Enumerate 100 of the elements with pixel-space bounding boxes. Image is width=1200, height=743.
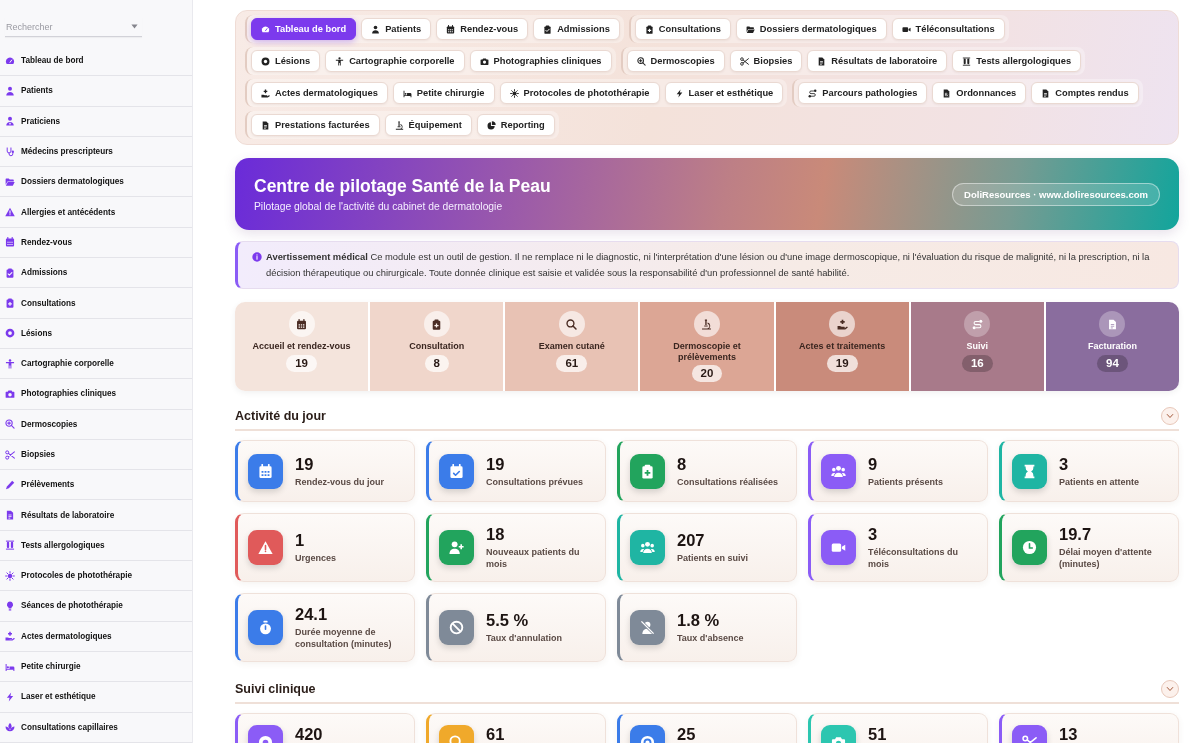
scissors-icon [5, 449, 15, 460]
kpi-value: 9 [868, 454, 879, 474]
gauge-icon [5, 55, 15, 66]
hand-cross-icon [829, 311, 856, 337]
sidebar-item[interactable]: Médecins prescripteurs [0, 136, 192, 168]
sidebar-item[interactable]: Allergies et antécédents [0, 197, 192, 228]
tab[interactable]: Tableau de bord [251, 18, 357, 40]
sidebar-item[interactable]: Tableau de bord [0, 46, 192, 77]
sidebar-item[interactable]: Praticiens [0, 106, 192, 137]
info-icon [252, 252, 262, 262]
microscope-icon [394, 120, 404, 130]
search-field[interactable]: Rechercher [5, 17, 142, 37]
gauge-icon [261, 24, 270, 34]
sidebar-item[interactable]: Protocoles de photothérapie [0, 561, 192, 592]
tab[interactable]: Comptes rendus [1031, 82, 1139, 104]
sidebar-item[interactable]: Laser et esthétique [0, 682, 192, 713]
stage-count: 20 [691, 365, 723, 382]
kpi-value: 8 [677, 454, 688, 474]
kpi-value: 25 [677, 725, 696, 743]
tab[interactable]: Équipement [384, 114, 472, 136]
test-tubes-icon [5, 540, 15, 551]
tab[interactable]: Reporting [476, 114, 555, 136]
tab[interactable]: Photographies cliniques [469, 50, 612, 72]
tab[interactable]: Patients [361, 18, 432, 40]
kpi-value: 18 [486, 525, 506, 544]
kpi-label: Durée moyenne de consultation (minutes) [295, 626, 393, 650]
stage-label: Facturation [1087, 341, 1137, 352]
tab[interactable]: Consultations [634, 18, 731, 40]
caret-down-icon [131, 23, 138, 30]
kpi-value: 19.7 [1059, 525, 1093, 544]
tab[interactable]: Dossiers dermatologiques [735, 18, 887, 40]
tab[interactable]: Parcours pathologies [798, 82, 928, 104]
clipboard-check-icon [5, 267, 15, 278]
kpi-label: Consultations réalisées [677, 475, 779, 488]
clipboard-check-icon [543, 24, 553, 34]
video-camera-icon [901, 24, 911, 34]
sidebar-item[interactable]: Cartographie corporelle [0, 348, 192, 380]
sidebar-item[interactable]: Petite chirurgie [0, 651, 192, 683]
sidebar-item[interactable]: Consultations [0, 288, 192, 319]
sidebar-item[interactable]: Dossiers dermatologiques [0, 167, 192, 198]
kpi-value: 24.1 [295, 605, 329, 624]
scissors-icon [739, 56, 749, 66]
section-title: Suivi clinique [235, 682, 316, 696]
kpi-value: 207 [677, 531, 706, 550]
tab[interactable]: Biopsies [729, 50, 803, 72]
sidebar-item[interactable]: Biopsies [0, 439, 192, 471]
tab[interactable]: Actes dermatologiques [251, 82, 388, 104]
lightbulb-icon [5, 601, 15, 611]
tab[interactable]: Prestations facturées [251, 114, 380, 136]
tab[interactable]: Admissions [533, 18, 620, 40]
kpi-label: Rendez-vous du jour [295, 475, 384, 488]
clipboard-cross-icon [5, 298, 15, 308]
sidebar-item[interactable]: Dermoscopies [0, 409, 192, 440]
kpi-value: 1.8 % [677, 611, 721, 630]
tab[interactable]: Dermoscopies [626, 50, 725, 72]
sidebar-item[interactable]: Séances de photothérapie [0, 591, 192, 622]
kpi-value: 51 [868, 725, 887, 743]
chevron-down-icon [1166, 685, 1174, 693]
camera-icon [5, 388, 15, 399]
sidebar-item[interactable]: Photographies cliniques [0, 379, 192, 410]
sidebar-item[interactable]: Consultations capillaires [0, 712, 192, 743]
tab[interactable]: Ordonnances [932, 82, 1027, 104]
stage-label: Examen cutané [538, 341, 605, 352]
user-icon [5, 85, 15, 96]
kpi-value: 1 [295, 531, 306, 550]
warning-text: Avertissement médical Ce module est un outil de gestion. Il ne remplace ni le diagnostic, ni l'interprétation d'une lésion ou d'une image dermoscopique, ni l'évaluation du risque de malignité, ni la prescription, ni la décision thérapeutique ou chirurgicale. Toute donnée clinique est saisie et validée sous la responsabilité d'un professionnel de santé habilité. [266, 250, 1151, 280]
tab[interactable]: Protocoles de photothérapie [499, 82, 660, 104]
sidebar-item[interactable]: Actes dermatologiques [0, 621, 192, 652]
kpi-label: Patients en attente [1059, 475, 1140, 488]
tab[interactable]: Laser et esthétique [664, 82, 784, 104]
kpi-label: Taux d'absence [677, 632, 744, 644]
sidebar-item[interactable]: Lésions [0, 318, 192, 349]
tab[interactable]: Lésions [251, 50, 321, 72]
calendar-icon [446, 24, 456, 34]
hand-cross-icon [5, 631, 15, 642]
kpi-label: Téléconsultations du mois [868, 546, 959, 570]
collapse-button[interactable] [1161, 407, 1179, 425]
document-icon [1041, 88, 1051, 98]
kpi-label: Consultations prévues [486, 475, 584, 488]
sidebar-item[interactable]: Résultats de laboratoire [0, 500, 192, 531]
tab[interactable]: Cartographie corporelle [325, 50, 465, 72]
folder-icon [5, 176, 15, 187]
tab[interactable]: Téléconsultations [891, 18, 1005, 40]
collapse-button[interactable] [1161, 680, 1179, 698]
stage-label: Consultation [409, 341, 465, 352]
tab[interactable]: Petite chirurgie [392, 82, 495, 104]
sidebar-item[interactable]: Patients [0, 76, 192, 107]
tab[interactable]: Tests allergologiques [952, 50, 1082, 72]
sidebar-item[interactable]: Admissions [0, 258, 192, 289]
sidebar-item[interactable]: Tests allergologiques [0, 530, 192, 562]
tab[interactable]: Rendez-vous [436, 18, 529, 40]
sidebar-item[interactable]: Prélèvements [0, 470, 192, 501]
calendar-icon [288, 311, 315, 337]
kpi-value: 3 [868, 525, 879, 544]
clipboard-cross-icon [423, 311, 450, 337]
lotus-icon [5, 722, 15, 733]
microscope-icon [694, 311, 720, 337]
bolt-icon [5, 691, 15, 702]
tab[interactable]: Résultats de laboratoire [807, 50, 948, 72]
sidebar-item[interactable]: Rendez-vous [0, 227, 192, 259]
